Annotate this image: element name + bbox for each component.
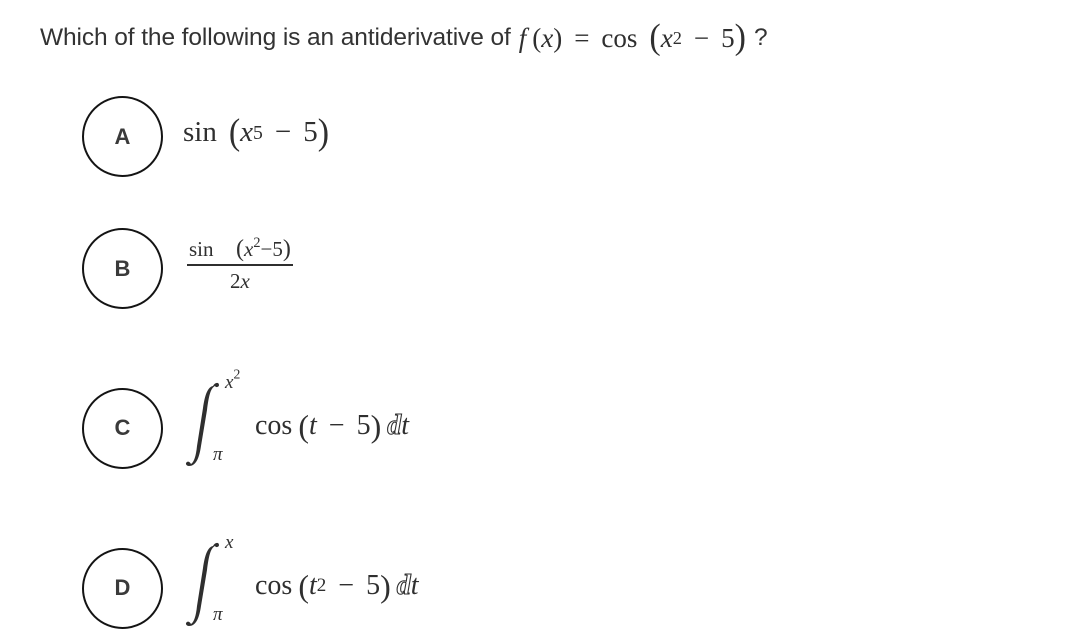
option-d-letter: D [114, 575, 131, 600]
option-b-expression: sin (x2−5) 2x [187, 236, 293, 293]
option-b-denominator: 2x [230, 269, 250, 294]
lower-limit: π [213, 604, 223, 625]
option-a-letter: A [114, 123, 131, 149]
option-b-letter: B [114, 255, 131, 281]
lower-limit: π [213, 444, 223, 465]
integral-limits: x π [183, 532, 251, 638]
question-function-expression: f (x) = cos (x 2 − 5) [518, 18, 746, 57]
question-mark: ? [753, 24, 768, 51]
answer-option-b[interactable]: B sin (x2−5) 2x [82, 228, 293, 309]
option-a-bubble[interactable]: A [82, 96, 163, 177]
option-b-bubble[interactable]: B [82, 228, 163, 309]
answer-option-d[interactable]: D x π cos (t 2 − 5) dt [82, 532, 419, 638]
integral-limits: x2 π [183, 367, 251, 478]
option-c-letter: C [114, 415, 131, 440]
answer-option-a[interactable]: A sin (x 5 − 5) [82, 96, 329, 177]
upper-limit: x2 [225, 366, 241, 393]
upper-limit: x [225, 532, 234, 553]
question-prompt: Which of the following is an antiderivat… [40, 16, 768, 60]
option-d-integrand: cos (t 2 − 5) dt [255, 567, 419, 604]
option-b-numerator: sin (x2−5) [189, 234, 291, 262]
option-c-expression: x2 π cos (t − 5) dt [183, 367, 409, 478]
option-d-expression: x π cos (t 2 − 5) dt [183, 532, 419, 638]
option-d-bubble[interactable]: D [82, 547, 163, 629]
option-c-integrand: cos (t − 5) dt [255, 407, 409, 444]
option-c-bubble[interactable]: C [82, 387, 163, 469]
question-text: Which of the following is an antiderivat… [40, 24, 511, 51]
answer-option-c[interactable]: C x2 π cos (t − 5) dt [82, 367, 409, 478]
option-a-expression: sin (x 5 − 5) [183, 111, 330, 153]
